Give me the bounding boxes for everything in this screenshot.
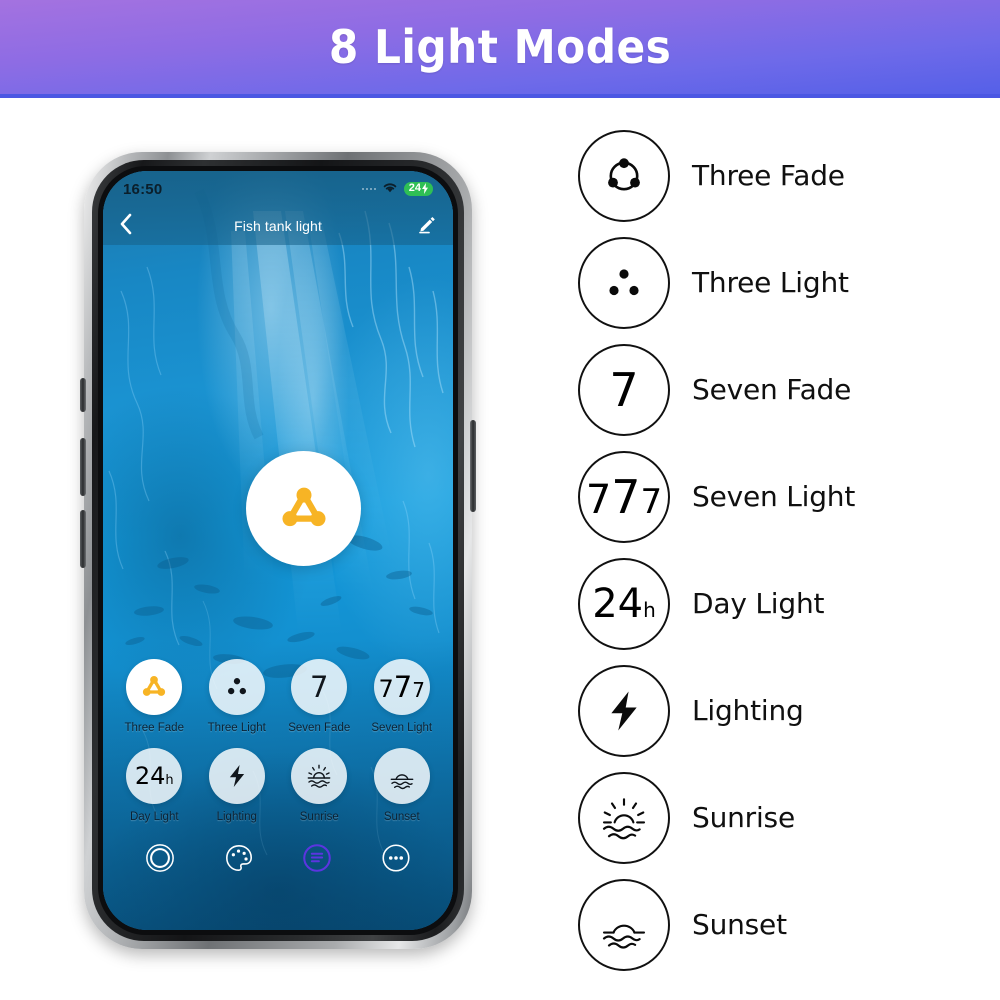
battery-level: 24 <box>408 182 421 194</box>
more-tab-button[interactable] <box>379 841 413 875</box>
legend-label: Day Light <box>692 587 825 620</box>
legend-label: Lighting <box>692 694 804 727</box>
mode-label: Sunset <box>383 811 420 823</box>
legend-icon-wrap <box>578 236 670 329</box>
mode-grid: Three Fade Three Light 7 Seven Fade 7 7 … <box>113 659 443 823</box>
mode-label: Seven Light <box>371 722 433 734</box>
mode-icon-wrap <box>291 748 348 804</box>
mode-cell-three-light[interactable]: Three Light <box>196 659 279 734</box>
page-header-banner: 8 Light Modes <box>0 0 1000 94</box>
legend-label: Three Light <box>692 266 849 299</box>
mode-cell-seven-fade[interactable]: 7 Seven Fade <box>278 659 361 734</box>
mode-icon-wrap: 24 h <box>126 748 183 804</box>
banner-underline <box>0 94 1000 98</box>
battery-badge: 24 <box>403 182 433 196</box>
mode-icon-wrap <box>126 659 183 715</box>
legend-label: Sunset <box>692 908 787 941</box>
phone-power-button[interactable] <box>470 420 476 512</box>
mode-cell-sunrise[interactable]: Sunrise <box>278 748 361 823</box>
palette-icon <box>225 845 252 871</box>
mode-icon-wrap <box>373 748 430 804</box>
sunset-icon <box>390 774 414 790</box>
phone-mockup: 16:50 24 Fish tank light Three Fade Thre… <box>78 148 478 953</box>
sunrise-icon <box>307 764 331 788</box>
signal-dots-icon <box>361 188 376 190</box>
power-circle-icon <box>146 844 175 872</box>
three-fade-icon <box>143 675 166 696</box>
legend-icon-wrap: 7 <box>578 343 670 436</box>
three-fade-icon <box>281 487 326 526</box>
legend-label: Seven Light <box>692 480 856 513</box>
scene-tab-button[interactable] <box>300 841 334 875</box>
legend-icon-wrap <box>578 664 670 757</box>
mode-label: Three Fade <box>124 722 184 734</box>
seven-light-icon: 7 7 7 <box>585 469 663 524</box>
legend-icon-wrap <box>578 129 670 222</box>
bottom-tab-bar <box>103 828 453 888</box>
mode-icon-wrap <box>208 659 265 715</box>
day-light-icon: 24 h <box>134 762 174 790</box>
legend-icon-wrap: 7 7 7 <box>578 450 670 543</box>
legend-icon-wrap <box>578 878 670 971</box>
wifi-icon <box>382 180 398 198</box>
three-light-icon <box>227 678 246 695</box>
lighting-icon <box>611 690 637 731</box>
mode-label: Sunrise <box>299 811 339 823</box>
seven-fade-icon: 7 <box>310 669 329 704</box>
status-indicators: 24 <box>361 180 433 198</box>
legend-row-sunrise: Sunrise <box>578 764 998 871</box>
legend-row-day-light: 24 h Day Light <box>578 550 998 657</box>
three-fade-icon <box>608 157 640 190</box>
sunrise-icon <box>602 797 646 839</box>
seven-light-icon: 7 7 7 <box>378 669 425 704</box>
mode-cell-lighting[interactable]: Lighting <box>196 748 279 823</box>
legend-row-lighting: Lighting <box>578 657 998 764</box>
mode-legend-list: Three Fade Three Light 7 Seven Fade 7 7 … <box>578 122 998 978</box>
three-light-icon <box>609 268 639 295</box>
back-chevron-icon[interactable] <box>119 213 132 240</box>
legend-icon-wrap <box>578 771 670 864</box>
legend-label: Sunrise <box>692 801 795 834</box>
mode-cell-day-light[interactable]: 24 h Day Light <box>113 748 196 823</box>
day-light-icon: 24 h <box>592 580 656 627</box>
pencil-icon[interactable] <box>417 214 437 239</box>
phone-volume-down-button[interactable] <box>80 510 86 568</box>
legend-label: Seven Fade <box>692 373 852 406</box>
page-title: 8 Light Modes <box>328 20 672 74</box>
sunset-icon <box>602 924 646 949</box>
seven-fade-icon: 7 <box>609 362 639 417</box>
legend-row-sunset: Sunset <box>578 871 998 978</box>
legend-icon-wrap: 24 h <box>578 557 670 650</box>
mode-label: Lighting <box>216 811 257 823</box>
bolt-icon <box>422 183 428 194</box>
mode-cell-three-fade[interactable]: Three Fade <box>113 659 196 734</box>
mode-icon-wrap: 7 7 7 <box>373 659 430 715</box>
nav-bar: Fish tank light <box>103 207 453 245</box>
color-tab-button[interactable] <box>222 841 256 875</box>
legend-label: Three Fade <box>692 159 845 192</box>
current-mode-button[interactable] <box>246 451 361 566</box>
phone-volume-up-button[interactable] <box>80 438 86 496</box>
status-time: 16:50 <box>123 180 163 198</box>
mode-label: Three Light <box>207 722 266 734</box>
mode-icon-wrap <box>208 748 265 804</box>
legend-row-three-fade: Three Fade <box>578 122 998 229</box>
phone-screen: 16:50 24 Fish tank light Three Fade Thre… <box>103 171 453 930</box>
mode-label: Day Light <box>129 811 179 823</box>
power-tab-button[interactable] <box>143 841 177 875</box>
legend-row-seven-fade: 7 Seven Fade <box>578 336 998 443</box>
legend-row-seven-light: 7 7 7 Seven Light <box>578 443 998 550</box>
status-bar: 16:50 24 <box>103 171 453 207</box>
mode-icon-wrap: 7 <box>291 659 348 715</box>
screen-title: Fish tank light <box>234 218 322 234</box>
legend-row-three-light: Three Light <box>578 229 998 336</box>
mode-cell-sunset[interactable]: Sunset <box>361 748 444 823</box>
scene-list-icon <box>303 844 332 872</box>
lighting-icon <box>229 764 244 788</box>
mode-cell-seven-light[interactable]: 7 7 7 Seven Light <box>361 659 444 734</box>
more-dots-icon <box>382 844 410 872</box>
phone-mute-button[interactable] <box>80 378 86 412</box>
mode-label: Seven Fade <box>288 722 351 734</box>
